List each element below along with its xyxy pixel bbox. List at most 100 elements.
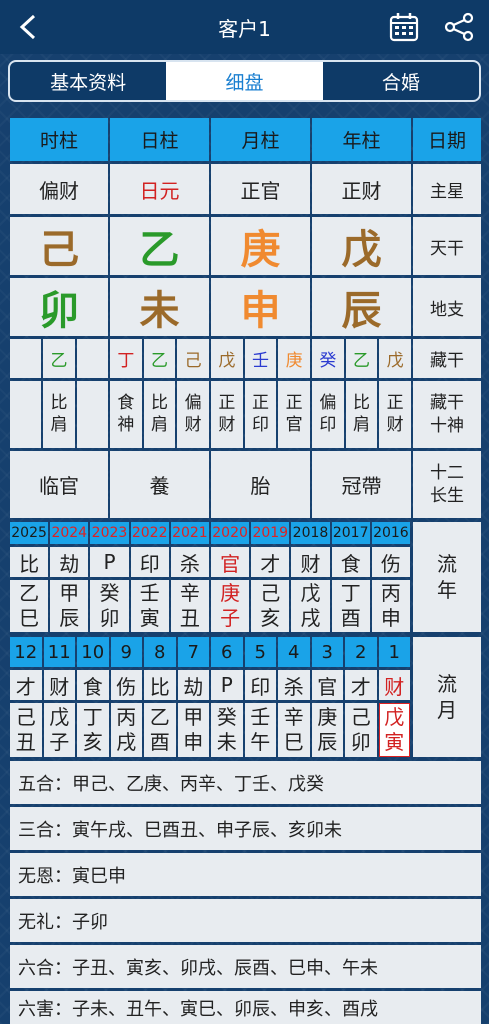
hidden-stem-cell bbox=[10, 339, 42, 378]
hidden-god-cell: 偏财 bbox=[177, 381, 209, 448]
year-ganzhi-cell[interactable]: 辛丑 bbox=[170, 580, 209, 632]
hidden-god-cell: 正财 bbox=[379, 381, 411, 448]
tab-detail-chart[interactable]: 细盘 bbox=[166, 62, 323, 100]
year-cell[interactable]: 2018 bbox=[291, 522, 330, 544]
twelve-stage-label: 十二长生 bbox=[413, 451, 481, 518]
year-god-cell: 伤 bbox=[371, 547, 410, 577]
month-ganzhi-cell[interactable]: 庚辰 bbox=[311, 703, 343, 757]
year-cell[interactable]: 2024 bbox=[50, 522, 89, 544]
month-ganzhi-cell[interactable]: 丙戌 bbox=[110, 703, 142, 757]
month-ganzhi-cell[interactable]: 辛巳 bbox=[278, 703, 310, 757]
hidden-stem-cell: 戊 bbox=[211, 339, 243, 378]
month-cell[interactable]: 10 bbox=[77, 637, 109, 667]
year-ganzhi-cell[interactable]: 庚子 bbox=[211, 580, 250, 632]
year-cell[interactable]: 2017 bbox=[331, 522, 370, 544]
year-cell[interactable]: 2020 bbox=[211, 522, 250, 544]
calendar-icon[interactable] bbox=[388, 11, 420, 43]
month-cell[interactable]: 11 bbox=[43, 637, 75, 667]
hidden-god-cell: 比肩 bbox=[345, 381, 378, 448]
month-god-cell: 才 bbox=[10, 670, 42, 700]
earthly-branch-label: 地支 bbox=[413, 278, 481, 336]
year-ganzhi-cell[interactable]: 戊戌 bbox=[291, 580, 330, 632]
tab-basic-info[interactable]: 基本资料 bbox=[10, 62, 166, 100]
year-ganzhi-cell[interactable]: 丁酉 bbox=[331, 580, 370, 632]
earthly-branch-cell: 未 bbox=[110, 278, 209, 336]
main-star-label: 主星 bbox=[413, 164, 481, 214]
month-ganzhi-cell[interactable]: 丁亥 bbox=[77, 703, 109, 757]
year-ganzhi-cell[interactable]: 癸卯 bbox=[90, 580, 129, 632]
share-icon[interactable] bbox=[443, 11, 475, 43]
hidden-god-cell: 食神 bbox=[110, 381, 142, 448]
year-ganzhi-cell[interactable]: 甲辰 bbox=[50, 580, 89, 632]
month-ganzhi-cell[interactable]: 戊子 bbox=[43, 703, 75, 757]
hidden-stem-cell: 丁 bbox=[110, 339, 142, 378]
month-ganzhi-cell[interactable]: 己卯 bbox=[345, 703, 377, 757]
tab-marriage-match[interactable]: 合婚 bbox=[323, 62, 479, 100]
relation-row: 五合：甲己、乙庚、丙辛、丁壬、戊癸 bbox=[10, 761, 481, 804]
month-cell[interactable]: 12 bbox=[10, 637, 42, 667]
main-star-cell: 正财 bbox=[312, 164, 411, 214]
relation-row: 无恩：寅巳申 bbox=[10, 853, 481, 896]
month-god-cell: 食 bbox=[77, 670, 109, 700]
heavenly-stem-cell: 戊 bbox=[312, 217, 411, 275]
month-god-cell: 比 bbox=[144, 670, 176, 700]
year-ganzhi-cell[interactable]: 丙申 bbox=[371, 580, 410, 632]
year-cell[interactable]: 2021 bbox=[170, 522, 209, 544]
hidden-god-cell: 正官 bbox=[278, 381, 310, 448]
month-cell[interactable]: 6 bbox=[211, 637, 243, 667]
relation-row: 六合：子丑、寅亥、卯戌、辰酉、巳申、午未 bbox=[10, 945, 481, 988]
main-star-cell: 偏财 bbox=[10, 164, 108, 214]
main-star-cell: 正官 bbox=[211, 164, 310, 214]
month-cell[interactable]: 1 bbox=[378, 637, 410, 667]
month-cell[interactable]: 7 bbox=[177, 637, 209, 667]
page-title: 客户1 bbox=[218, 16, 271, 41]
hidden-stem-cell: 乙 bbox=[43, 339, 75, 378]
app-header: 客户1 bbox=[0, 0, 489, 54]
month-ganzhi-cell[interactable]: 甲申 bbox=[177, 703, 209, 757]
hidden-god-label: 藏干十神 bbox=[413, 381, 481, 448]
month-cell[interactable]: 5 bbox=[244, 637, 276, 667]
year-ganzhi-cell[interactable]: 壬寅 bbox=[130, 580, 169, 632]
year-cell[interactable]: 2022 bbox=[130, 522, 169, 544]
month-ganzhi-cell[interactable]: 己丑 bbox=[10, 703, 42, 757]
heavenly-stem-cell: 乙 bbox=[110, 217, 209, 275]
hidden-god-cell: 正财 bbox=[211, 381, 243, 448]
year-god-cell: 印 bbox=[130, 547, 169, 577]
month-cell[interactable]: 3 bbox=[311, 637, 343, 667]
year-ganzhi-cell[interactable]: 己亥 bbox=[251, 580, 290, 632]
relation-row: 六害：子未、丑午、寅巳、卯辰、申亥、酉戌 bbox=[10, 991, 481, 1024]
month-cell[interactable]: 2 bbox=[345, 637, 377, 667]
month-ganzhi-cell[interactable]: 戊寅 bbox=[378, 703, 410, 757]
pillar-header: 日柱 bbox=[110, 118, 209, 161]
year-god-cell: P bbox=[90, 547, 129, 577]
heavenly-stem-cell: 庚 bbox=[211, 217, 310, 275]
hidden-god-cell: 偏印 bbox=[312, 381, 344, 448]
back-icon[interactable] bbox=[14, 12, 42, 42]
year-cell[interactable]: 2023 bbox=[90, 522, 129, 544]
month-cell[interactable]: 4 bbox=[278, 637, 310, 667]
year-god-cell: 杀 bbox=[170, 547, 209, 577]
month-cell[interactable]: 8 bbox=[144, 637, 176, 667]
year-god-cell: 比 bbox=[10, 547, 49, 577]
year-cell[interactable]: 2025 bbox=[10, 522, 49, 544]
month-god-cell: 官 bbox=[311, 670, 343, 700]
month-ganzhi-cell[interactable]: 壬午 bbox=[244, 703, 276, 757]
hidden-stem-label: 藏干 bbox=[413, 339, 481, 378]
year-ganzhi-cell[interactable]: 乙巳 bbox=[10, 580, 49, 632]
pillar-header: 年柱 bbox=[312, 118, 411, 161]
hidden-god-cell bbox=[10, 381, 42, 448]
month-god-cell: 才 bbox=[345, 670, 377, 700]
hidden-god-cell bbox=[76, 381, 108, 448]
twelve-stage-cell: 胎 bbox=[211, 451, 310, 518]
month-god-cell: P bbox=[211, 670, 243, 700]
year-cell[interactable]: 2019 bbox=[251, 522, 290, 544]
month-cell[interactable]: 9 bbox=[110, 637, 142, 667]
month-ganzhi-cell[interactable]: 乙酉 bbox=[144, 703, 176, 757]
year-god-cell: 财 bbox=[291, 547, 330, 577]
month-god-cell: 劫 bbox=[177, 670, 209, 700]
year-cell[interactable]: 2016 bbox=[371, 522, 410, 544]
month-ganzhi-cell[interactable]: 癸未 bbox=[211, 703, 243, 757]
month-god-cell: 财 bbox=[43, 670, 75, 700]
earthly-branch-cell: 卯 bbox=[10, 278, 108, 336]
pillar-header: 月柱 bbox=[211, 118, 310, 161]
